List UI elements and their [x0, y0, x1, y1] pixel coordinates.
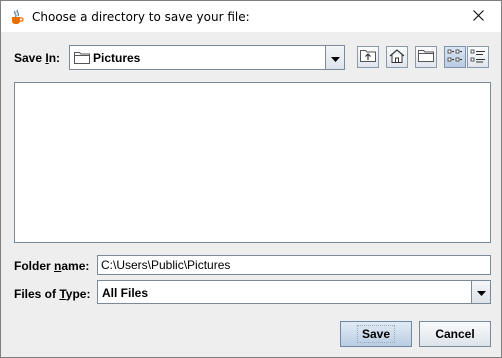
- details-view-button[interactable]: [467, 46, 489, 68]
- file-list[interactable]: [14, 82, 491, 243]
- files-of-type-dropdown-arrow[interactable]: [471, 281, 490, 303]
- save-in-value: Pictures: [93, 51, 141, 65]
- new-folder-button[interactable]: [415, 46, 437, 68]
- files-of-type-label: Files of Type:: [14, 287, 91, 301]
- java-cup-icon: [9, 9, 25, 25]
- new-folder-icon: [418, 49, 434, 65]
- save-dialog: Choose a directory to save your file: Sa…: [0, 0, 502, 358]
- save-in-dropdown-arrow[interactable]: [325, 46, 344, 69]
- folder-name-input[interactable]: C:\Users\Public\Pictures: [97, 255, 491, 275]
- files-of-type-dropdown[interactable]: All Files: [97, 280, 491, 304]
- up-one-level-button[interactable]: [357, 46, 379, 68]
- cancel-button[interactable]: Cancel: [419, 321, 491, 347]
- triangle-down-icon: [476, 285, 486, 299]
- list-view-button[interactable]: [444, 46, 466, 68]
- up-one-level-icon: [360, 49, 376, 65]
- details-view-icon: [470, 49, 486, 66]
- close-icon: [472, 9, 484, 24]
- files-of-type-value: All Files: [102, 286, 149, 300]
- save-in-dropdown[interactable]: Pictures: [69, 45, 345, 70]
- folder-name-label: Folder name:: [14, 259, 90, 273]
- list-view-icon: [447, 49, 463, 66]
- folder-icon: [74, 51, 90, 67]
- save-button-label: Save: [356, 325, 396, 343]
- home-icon: [389, 48, 405, 66]
- close-button[interactable]: [455, 1, 501, 32]
- cancel-button-label: Cancel: [435, 327, 475, 341]
- save-in-label: Save In:: [14, 51, 61, 65]
- title-bar: Choose a directory to save your file:: [1, 1, 501, 32]
- triangle-down-icon: [330, 51, 340, 65]
- home-button[interactable]: [386, 46, 408, 68]
- window-title: Choose a directory to save your file:: [32, 10, 250, 24]
- save-button[interactable]: Save: [340, 321, 412, 347]
